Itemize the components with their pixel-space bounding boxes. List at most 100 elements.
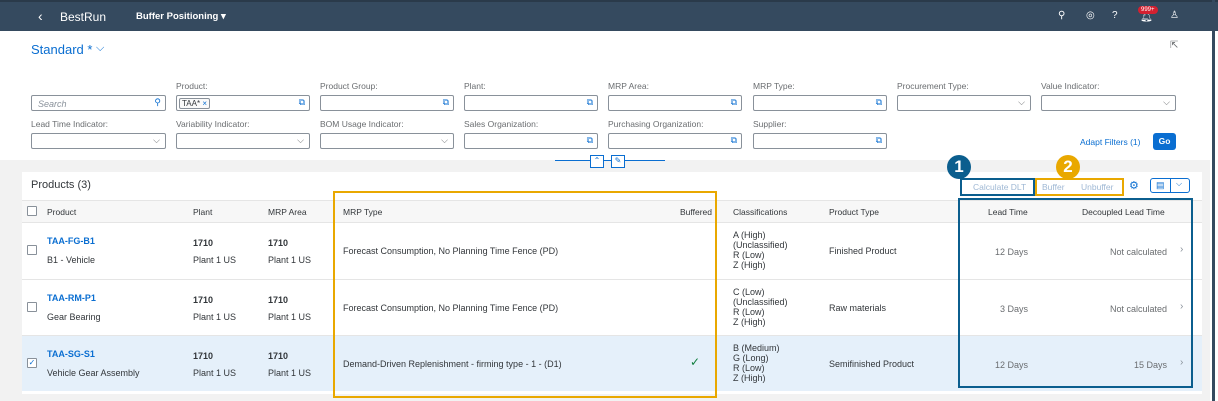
- notification-badge: 999+: [1138, 6, 1158, 14]
- mrp-type-label: MRP Type:: [753, 81, 795, 91]
- product-group-label: Product Group:: [320, 81, 378, 91]
- mrp-area-field[interactable]: ⧉: [608, 95, 742, 111]
- purchasing-org-label: Purchasing Organization:: [608, 119, 704, 129]
- variability-indicator-label: Variability Indicator:: [176, 119, 250, 129]
- go-button[interactable]: Go: [1153, 133, 1176, 150]
- product-description: Vehicle Gear Assembly: [47, 368, 140, 378]
- product-link[interactable]: TAA-RM-P1: [47, 293, 96, 303]
- adapt-filters-link[interactable]: Adapt Filters (1): [1080, 137, 1140, 147]
- variant-name[interactable]: Standard *: [31, 42, 92, 57]
- col-mrp-area[interactable]: MRP Area: [268, 207, 307, 217]
- mrp-area: 1710: [268, 238, 289, 248]
- supplier-field[interactable]: ⧉: [753, 133, 887, 149]
- variant-chevron-icon[interactable]: ⌵: [96, 42, 104, 55]
- settings-icon[interactable]: ⚙: [1129, 179, 1139, 192]
- procurement-type-select[interactable]: ⌵: [897, 95, 1031, 111]
- product-field[interactable]: TAA* × ⧉: [176, 95, 310, 111]
- buffer-highlight: [1035, 178, 1124, 196]
- classification: R (Low): [733, 363, 765, 373]
- bom-usage-indicator-label: BOM Usage Indicator:: [320, 119, 404, 129]
- shell-bar: ‹ BestRun Buffer Positioning ▾ ⚲ ◎ ? 🔔︎ …: [0, 0, 1218, 31]
- plant-name: Plant 1 US: [193, 368, 237, 378]
- sales-org-label: Sales Organization:: [464, 119, 539, 129]
- row-checkbox[interactable]: [27, 301, 37, 312]
- row-checkbox[interactable]: [27, 245, 37, 255]
- product-type: Finished Product: [829, 246, 897, 256]
- value-indicator-select[interactable]: ⌵: [1041, 95, 1176, 111]
- chevron-down-icon: ⌵: [1163, 97, 1170, 107]
- callout-2: 2: [1056, 155, 1080, 179]
- mrp-type-highlight: [333, 191, 717, 398]
- classification: B (Medium): [733, 343, 780, 353]
- classification: (Unclassified): [733, 240, 788, 250]
- classification: R (Low): [733, 306, 765, 317]
- mrp-area-name: Plant 1 US: [268, 368, 312, 378]
- search-input[interactable]: Search ⚲: [31, 95, 166, 111]
- copilot-icon[interactable]: ◎: [1086, 10, 1095, 21]
- lead-time-highlight: [958, 198, 1193, 388]
- value-indicator-label: Value Indicator:: [1041, 81, 1100, 91]
- plant: 1710: [193, 351, 214, 361]
- value-help-icon: ⧉: [298, 97, 305, 107]
- header-divider: [555, 160, 665, 161]
- col-plant[interactable]: Plant: [193, 207, 212, 217]
- classification: C (Low): [733, 286, 765, 297]
- col-product[interactable]: Product: [47, 207, 76, 217]
- row-checkbox[interactable]: ✓: [27, 358, 37, 368]
- mrp-type-field[interactable]: ⧉: [753, 95, 887, 111]
- plant-label: Plant:: [464, 81, 486, 91]
- mrp-area: 1710: [268, 351, 289, 361]
- calc-dlt-highlight: [960, 178, 1035, 196]
- product-type: Semifinished Product: [829, 359, 915, 369]
- table-title: Products (3): [31, 179, 91, 191]
- variability-indicator-select[interactable]: ⌵: [176, 133, 310, 149]
- export-button[interactable]: ▤ ⌵: [1150, 178, 1190, 193]
- chevron-down-icon: ⌵: [1176, 179, 1183, 188]
- app-title-menu[interactable]: Buffer Positioning ▾: [136, 11, 226, 22]
- classification: R (Low): [733, 250, 765, 260]
- search-icon: ⚲: [154, 97, 161, 107]
- window-border: [1212, 0, 1215, 401]
- product-link[interactable]: TAA-FG-B1: [47, 236, 95, 246]
- mrp-area-name: Plant 1 US: [268, 255, 312, 265]
- collapse-header-button[interactable]: ⌃: [590, 155, 604, 168]
- search-icon[interactable]: ⚲: [1058, 10, 1065, 21]
- user-icon[interactable]: ♙: [1170, 10, 1179, 21]
- classification: Z (High): [733, 316, 766, 327]
- product-link[interactable]: TAA-SG-S1: [47, 349, 95, 359]
- classification: A (High): [733, 230, 766, 240]
- classification: G (Long): [733, 353, 769, 363]
- back-button[interactable]: ‹: [38, 8, 43, 24]
- bom-usage-indicator-select[interactable]: ⌵: [320, 133, 454, 149]
- product-group-field[interactable]: ⧉: [320, 95, 454, 111]
- col-classifications[interactable]: Classifications: [733, 207, 787, 217]
- product-description: Gear Bearing: [47, 311, 101, 322]
- lead-time-indicator-select[interactable]: ⌵: [31, 133, 166, 149]
- value-help-icon: ⧉: [730, 135, 737, 145]
- product-type: Raw materials: [829, 302, 887, 313]
- col-product-type[interactable]: Product Type: [829, 207, 879, 217]
- value-help-icon: ⧉: [586, 97, 593, 107]
- mrp-area: 1710: [268, 294, 289, 305]
- callout-1: 1: [947, 155, 971, 179]
- product-token: TAA* ×: [179, 98, 210, 109]
- chevron-down-icon: ⌵: [441, 135, 448, 145]
- pin-header-button[interactable]: ✎: [611, 155, 625, 168]
- plant: 1710: [193, 294, 214, 305]
- purchasing-org-field[interactable]: ⧉: [608, 133, 742, 149]
- lead-time-indicator-label: Lead Time Indicator:: [31, 119, 109, 129]
- export-icon: ▤: [1156, 180, 1165, 190]
- sales-org-field[interactable]: ⧉: [464, 133, 598, 149]
- select-all-checkbox[interactable]: [27, 206, 37, 216]
- logo: BestRun: [60, 10, 107, 24]
- chevron-down-icon: ⌵: [153, 135, 160, 145]
- classification: (Unclassified): [733, 296, 788, 307]
- plant-field[interactable]: ⧉: [464, 95, 598, 111]
- mrp-area-name: Plant 1 US: [268, 311, 312, 322]
- help-icon[interactable]: ?: [1112, 10, 1118, 21]
- plant-name: Plant 1 US: [193, 311, 237, 322]
- plant: 1710: [193, 238, 214, 248]
- value-help-icon: ⧉: [875, 97, 882, 107]
- share-icon[interactable]: ⇱: [1170, 40, 1178, 51]
- value-help-icon: ⧉: [442, 97, 449, 107]
